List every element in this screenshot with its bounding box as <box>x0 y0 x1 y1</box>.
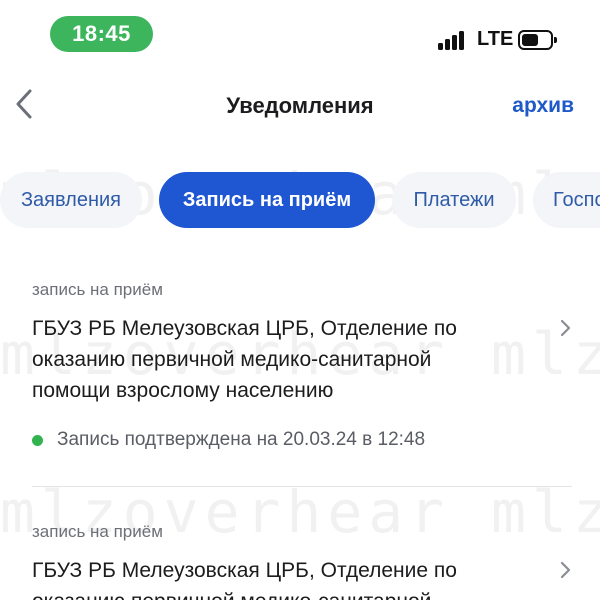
tab-appointments[interactable]: Запись на приём <box>159 172 375 228</box>
notification-title: ГБУЗ РБ Мелеузовская ЦРБ, Отделение по о… <box>32 559 457 600</box>
tab-payments[interactable]: Платежи <box>392 172 516 228</box>
tab-gosposhliny[interactable]: Госпо <box>533 172 600 228</box>
signal-bars-icon <box>438 30 470 50</box>
status-bar: 18:45 LTE <box>0 0 600 68</box>
notification-category: запись на приём <box>32 522 163 541</box>
archive-button[interactable]: архив <box>512 94 574 118</box>
tab-applications[interactable]: Заявления <box>0 172 142 228</box>
time-indicator[interactable]: 18:45 <box>50 16 153 52</box>
battery-icon <box>518 30 558 50</box>
chevron-right-icon[interactable] <box>556 560 574 580</box>
notification-item[interactable]: запись на приём ГБУЗ РБ Мелеузовская ЦРБ… <box>0 270 600 470</box>
notification-item[interactable]: запись на приём ГБУЗ РБ Мелеузовская ЦРБ… <box>0 512 600 600</box>
navigation-bar: Уведомления архив <box>0 78 600 136</box>
status-dot-icon <box>32 434 43 446</box>
page-title: Уведомления <box>226 93 374 118</box>
notification-category: запись на приём <box>32 280 163 299</box>
chevron-right-icon[interactable] <box>556 318 574 338</box>
status-text: Запись подтверждена на 20.03.24 в 12:48 <box>57 429 426 450</box>
notification-title: ГБУЗ РБ Мелеузовская ЦРБ, Отделение по о… <box>32 317 457 402</box>
category-tabs: Заявления Запись на приём Платежи Госпо <box>0 172 600 228</box>
notification-status: Запись подтверждена на 20.03.24 в 12:48 <box>32 429 425 451</box>
network-type: LTE <box>477 28 514 50</box>
divider <box>32 486 572 487</box>
